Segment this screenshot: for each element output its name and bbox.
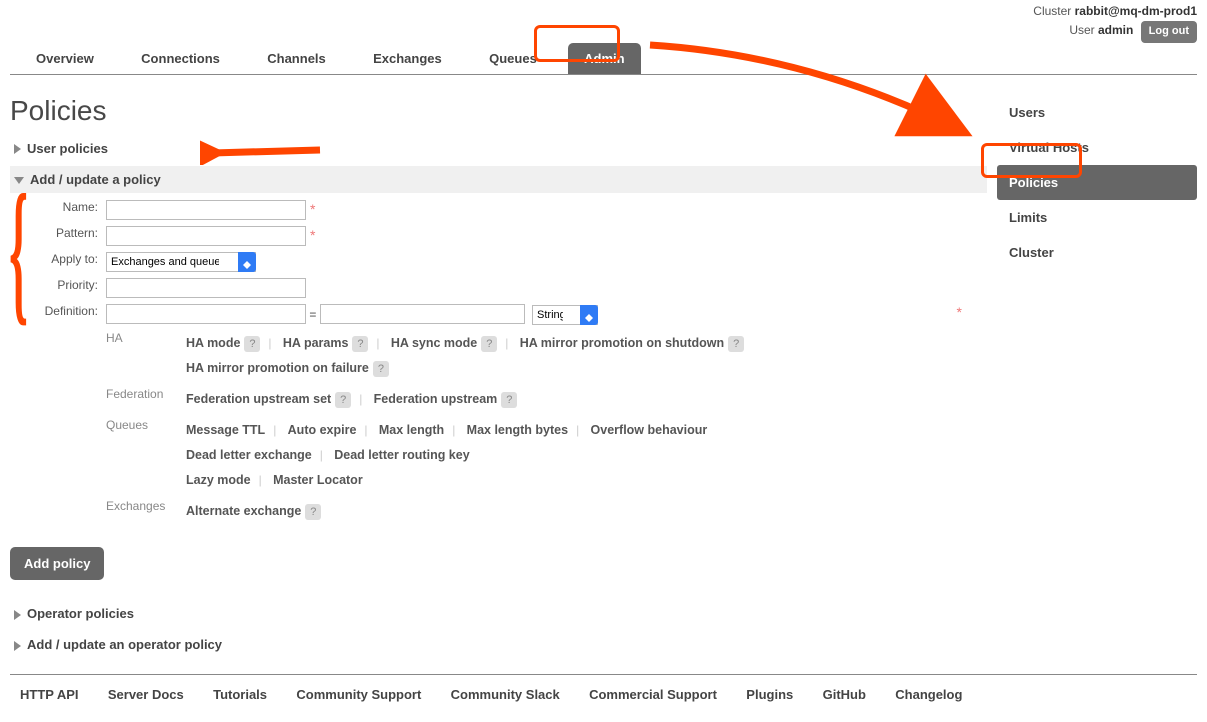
chevron-right-icon: [14, 144, 21, 154]
sidebar-item-vhosts[interactable]: Virtual Hosts: [997, 130, 1197, 165]
chevron-down-icon: [14, 177, 24, 184]
help-icon[interactable]: ?: [728, 336, 744, 352]
help-icon[interactable]: ?: [305, 504, 321, 520]
def-federation-upstream-set[interactable]: Federation upstream set: [186, 387, 331, 412]
add-policy-button[interactable]: Add policy: [10, 547, 104, 580]
required-mark: *: [306, 201, 315, 217]
def-master-locator[interactable]: Master Locator: [273, 468, 363, 493]
cluster-name: rabbit@mq-dm-prod1: [1075, 4, 1197, 18]
page-title: Policies: [10, 95, 987, 127]
required-mark: *: [953, 304, 962, 320]
admin-sidebar: Users Virtual Hosts Policies Limits Clus…: [997, 75, 1197, 663]
def-dlx[interactable]: Dead letter exchange: [186, 443, 312, 468]
label-priority: Priority:: [16, 275, 102, 301]
name-input[interactable]: [106, 200, 306, 220]
def-dlrk[interactable]: Dead letter routing key: [334, 443, 469, 468]
user-label: User: [1069, 23, 1098, 37]
def-alternate-exchange[interactable]: Alternate exchange: [186, 499, 301, 524]
section-add-update-operator-policy[interactable]: Add / update an operator policy: [10, 631, 987, 658]
def-group-ha: HA: [106, 331, 186, 381]
sidebar-item-cluster[interactable]: Cluster: [997, 235, 1197, 270]
def-ha-params[interactable]: HA params: [283, 331, 349, 356]
footer-changelog[interactable]: Changelog: [895, 687, 962, 702]
sidebar-item-limits[interactable]: Limits: [997, 200, 1197, 235]
label-definition: Definition:: [16, 301, 102, 534]
def-message-ttl[interactable]: Message TTL: [186, 418, 265, 443]
tab-admin[interactable]: Admin: [568, 43, 640, 74]
def-max-length[interactable]: Max length: [379, 418, 444, 443]
def-auto-expire[interactable]: Auto expire: [288, 418, 357, 443]
sidebar-item-users[interactable]: Users: [997, 95, 1197, 130]
pattern-input[interactable]: [106, 226, 306, 246]
section-add-update-policy[interactable]: Add / update a policy: [10, 166, 987, 193]
def-group-federation: Federation: [106, 387, 186, 412]
def-ha-sync-mode[interactable]: HA sync mode: [391, 331, 477, 356]
footer-github[interactable]: GitHub: [823, 687, 866, 702]
definition-value-input[interactable]: [320, 304, 525, 324]
section-user-policies[interactable]: User policies: [10, 135, 987, 162]
tab-overview[interactable]: Overview: [20, 43, 110, 74]
footer: HTTP API Server Docs Tutorials Community…: [10, 674, 1197, 722]
help-icon[interactable]: ?: [373, 361, 389, 377]
definition-type-select[interactable]: String: [532, 305, 598, 325]
status-bar: Cluster rabbit@mq-dm-prod1 User admin Lo…: [10, 0, 1197, 43]
def-ha-mirror-shutdown[interactable]: HA mirror promotion on shutdown: [520, 331, 724, 356]
def-ha-mode[interactable]: HA mode: [186, 331, 240, 356]
help-icon[interactable]: ?: [352, 336, 368, 352]
footer-community-slack[interactable]: Community Slack: [451, 687, 560, 702]
tab-connections[interactable]: Connections: [125, 43, 236, 74]
footer-community-support[interactable]: Community Support: [296, 687, 421, 702]
tab-queues[interactable]: Queues: [473, 43, 553, 74]
tab-exchanges[interactable]: Exchanges: [357, 43, 458, 74]
main-tabs: Overview Connections Channels Exchanges …: [10, 43, 1197, 75]
required-mark: *: [306, 227, 315, 243]
def-lazy-mode[interactable]: Lazy mode: [186, 468, 251, 493]
priority-input[interactable]: [106, 278, 306, 298]
def-group-queues: Queues: [106, 418, 186, 493]
def-max-length-bytes[interactable]: Max length bytes: [467, 418, 568, 443]
help-icon[interactable]: ?: [501, 392, 517, 408]
help-icon[interactable]: ?: [244, 336, 260, 352]
definition-key-input[interactable]: [106, 304, 306, 324]
cluster-label: Cluster: [1033, 4, 1074, 18]
help-icon[interactable]: ?: [481, 336, 497, 352]
chevron-right-icon: [14, 610, 21, 620]
equals-sign: =: [309, 307, 319, 321]
policy-form: Name: * Pattern: * Apply to: Exchanges a…: [16, 197, 970, 534]
footer-tutorials[interactable]: Tutorials: [213, 687, 267, 702]
label-pattern: Pattern:: [16, 223, 102, 249]
chevron-right-icon: [14, 641, 21, 651]
footer-http-api[interactable]: HTTP API: [20, 687, 79, 702]
footer-server-docs[interactable]: Server Docs: [108, 687, 184, 702]
def-ha-mirror-failure[interactable]: HA mirror promotion on failure: [186, 356, 369, 381]
def-group-exchanges: Exchanges: [106, 499, 186, 524]
user-name: admin: [1098, 23, 1133, 37]
label-apply-to: Apply to:: [16, 249, 102, 275]
help-icon[interactable]: ?: [335, 392, 351, 408]
def-overflow[interactable]: Overflow behaviour: [591, 418, 708, 443]
tab-channels[interactable]: Channels: [251, 43, 342, 74]
def-federation-upstream[interactable]: Federation upstream: [374, 387, 498, 412]
logout-button[interactable]: Log out: [1141, 21, 1197, 43]
footer-plugins[interactable]: Plugins: [746, 687, 793, 702]
apply-to-select[interactable]: Exchanges and queues: [106, 252, 256, 272]
label-name: Name:: [16, 197, 102, 223]
footer-commercial-support[interactable]: Commercial Support: [589, 687, 717, 702]
section-operator-policies[interactable]: Operator policies: [10, 600, 987, 627]
sidebar-item-policies[interactable]: Policies: [997, 165, 1197, 200]
